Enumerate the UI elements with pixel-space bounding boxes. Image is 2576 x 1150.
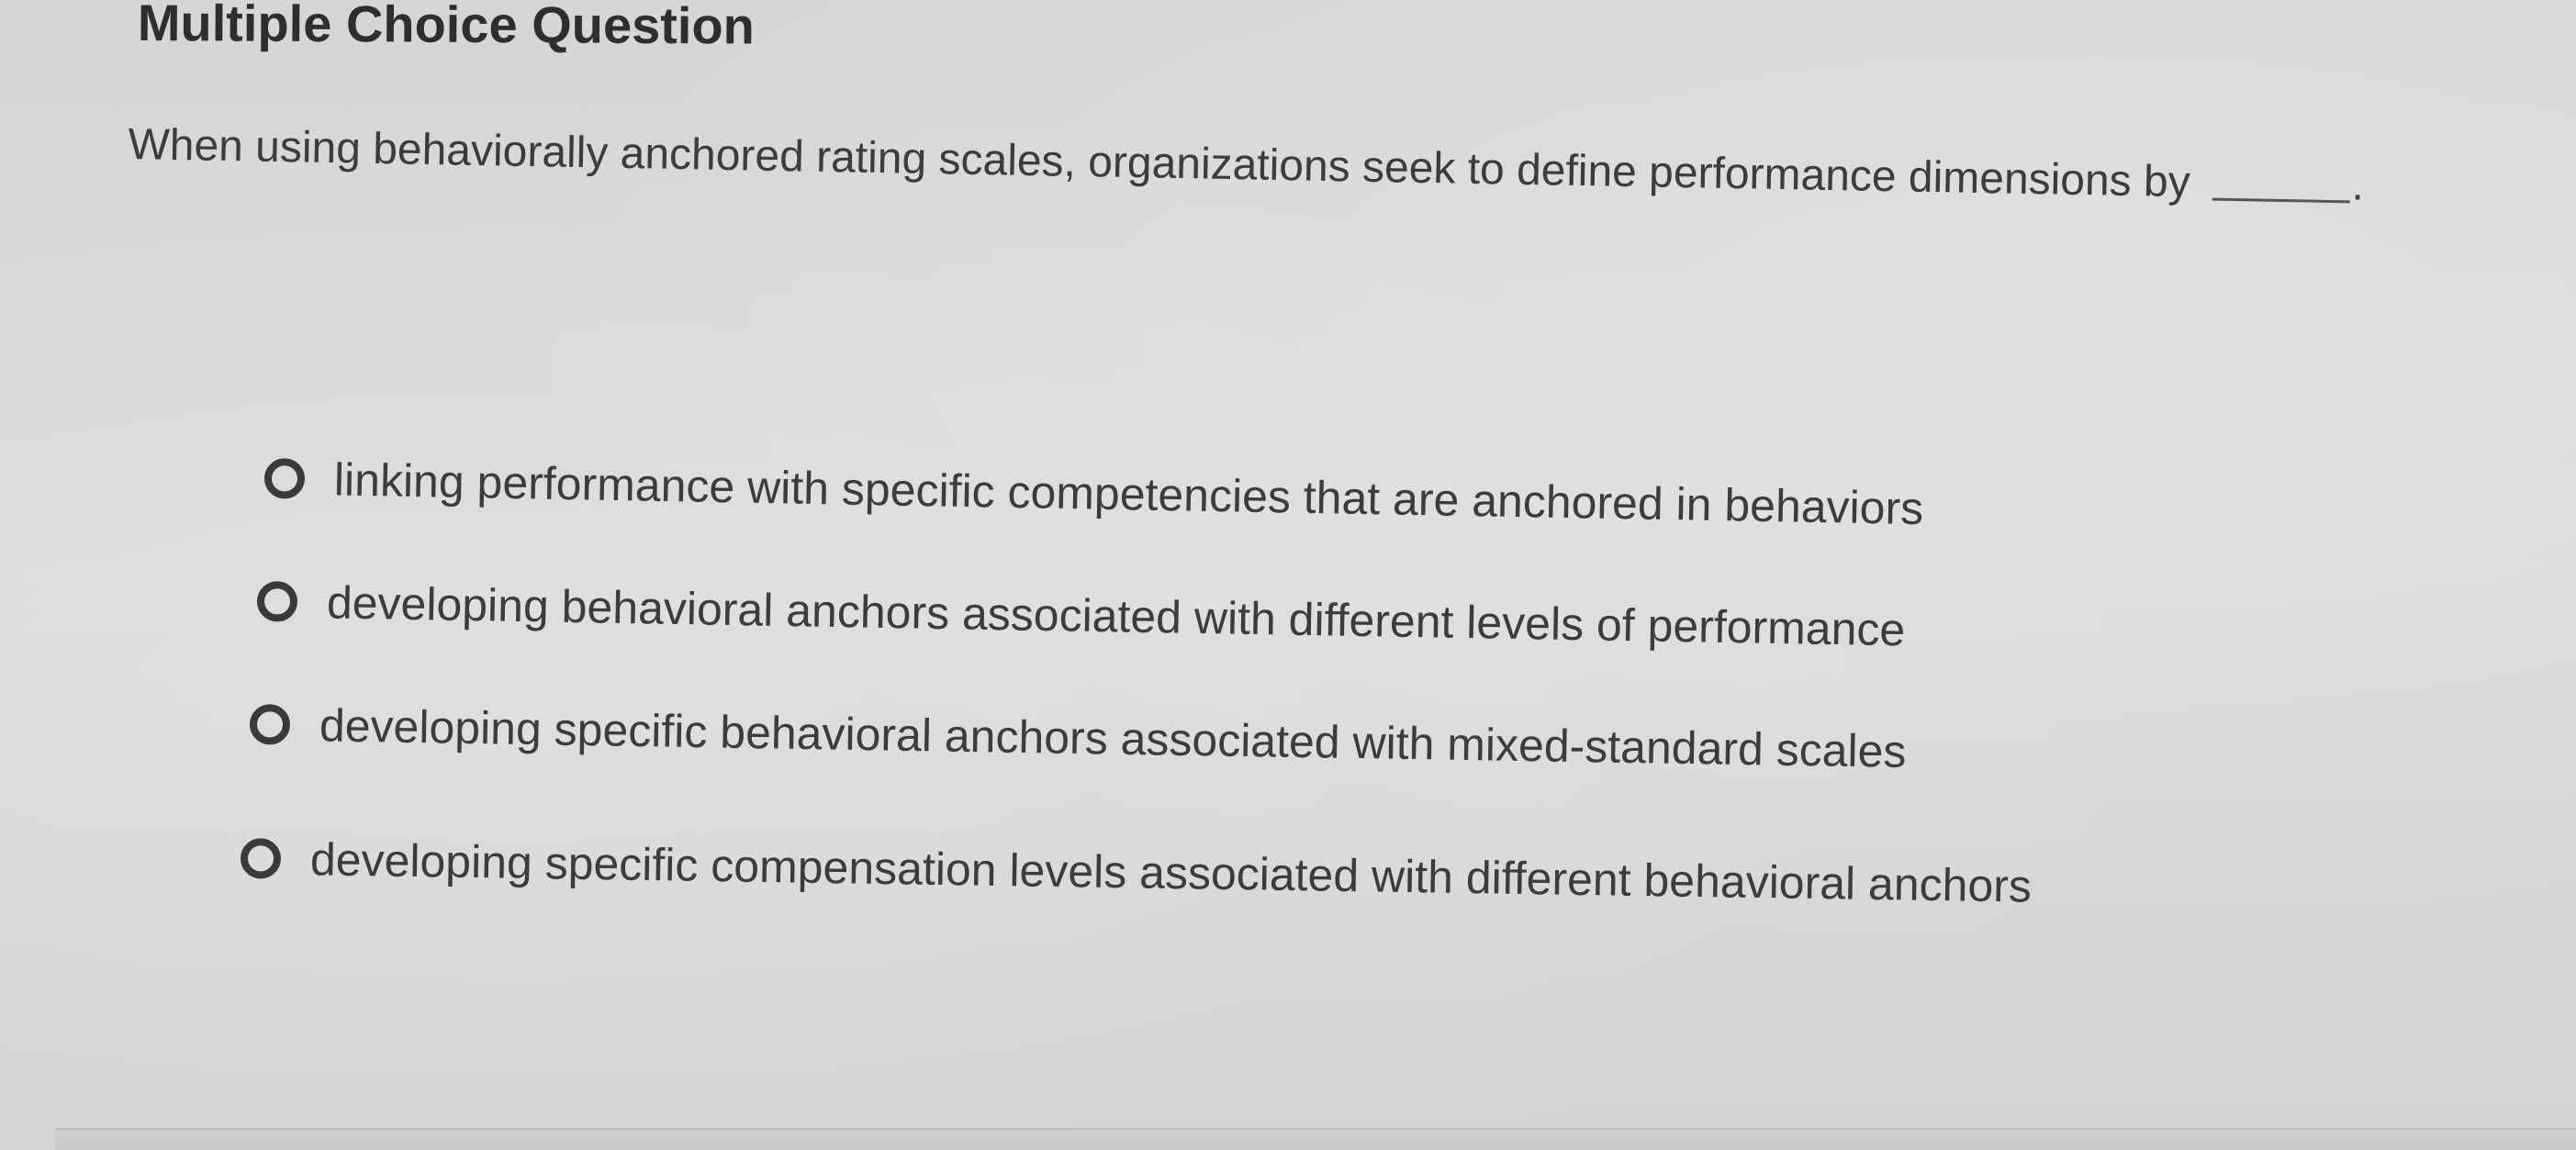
radio-button-icon[interactable] — [249, 704, 291, 745]
radio-button-icon[interactable] — [256, 581, 298, 622]
question-type-title: Multiple Choice Question — [137, 0, 756, 55]
question-prompt: When using behaviorally anchored rating … — [128, 119, 2365, 211]
answer-option-label: developing behavioral anchors associated… — [326, 576, 1906, 656]
answer-option-2[interactable]: developing behavioral anchors associated… — [256, 575, 1906, 656]
answer-option-label: linking performance with specific compet… — [333, 453, 1924, 535]
answer-option-4[interactable]: developing specific compensation levels … — [240, 832, 2033, 913]
answer-option-3[interactable]: developing specific behavioral anchors a… — [249, 698, 1907, 778]
question-text: When using behaviorally anchored rating … — [128, 119, 2191, 207]
bottom-panel-edge — [55, 1128, 2576, 1150]
answer-blank — [2212, 197, 2350, 204]
radio-button-icon[interactable] — [240, 838, 282, 879]
screen: Multiple Choice Question When using beha… — [0, 0, 2576, 1150]
answer-option-label: developing specific behavioral anchors a… — [319, 699, 1907, 777]
question-end-punctuation: . — [2351, 161, 2365, 210]
answer-option-1[interactable]: linking performance with specific compet… — [263, 452, 1924, 535]
radio-button-icon[interactable] — [263, 458, 306, 499]
answer-option-label: developing specific compensation levels … — [309, 833, 2033, 912]
